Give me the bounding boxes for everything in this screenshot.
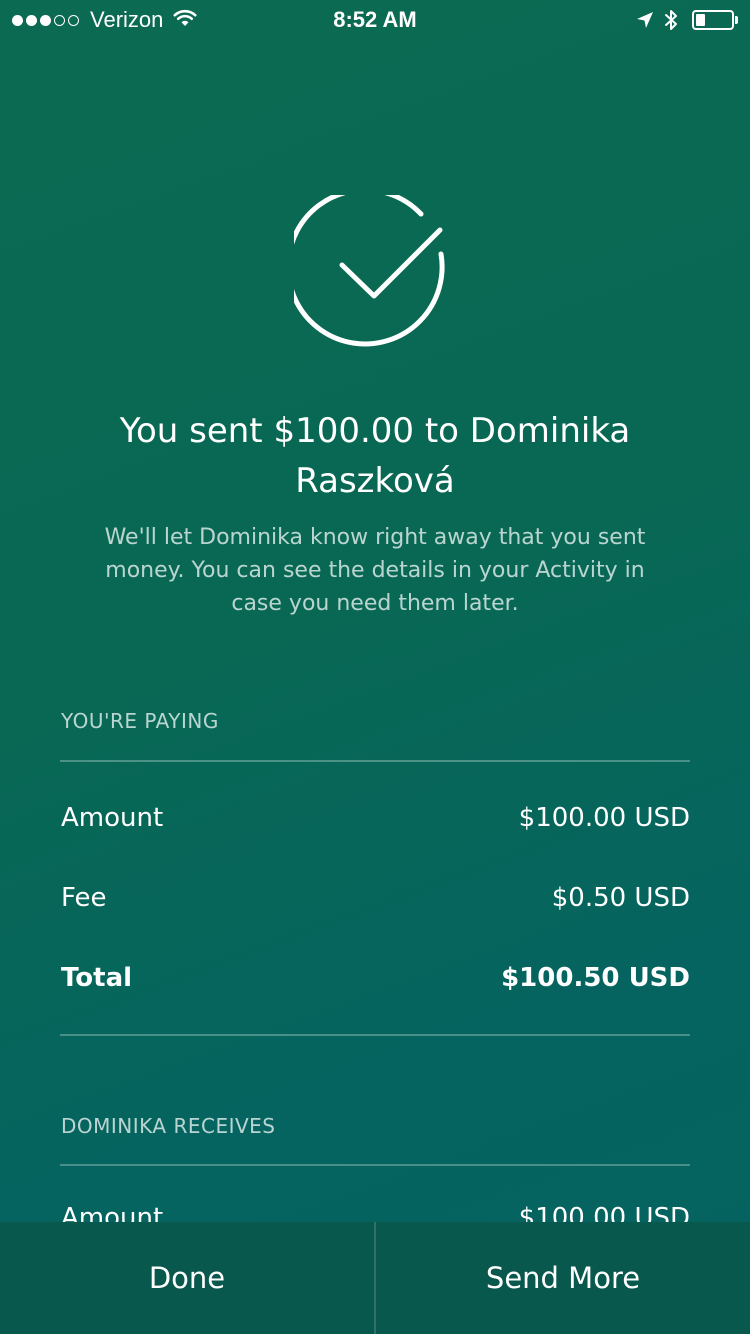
total-row: Total $100.50 USD xyxy=(61,963,690,993)
divider xyxy=(60,1034,690,1036)
amount-row: Amount $100.00 USD xyxy=(61,803,690,833)
bluetooth-icon xyxy=(664,9,678,31)
total-value: $100.50 USD xyxy=(501,963,690,993)
divider xyxy=(60,1164,690,1166)
divider xyxy=(60,760,690,762)
checkmark-circle-icon xyxy=(285,187,456,357)
total-label: Total xyxy=(61,963,133,993)
amount-label: Amount xyxy=(61,803,164,833)
location-arrow-icon xyxy=(636,11,654,29)
status-bar: Verizon 8:52 AM xyxy=(0,0,750,40)
bottom-action-bar: Done Send More xyxy=(0,1222,750,1334)
section-label-receives: DOMINIKA RECEIVES xyxy=(61,1114,276,1138)
done-button[interactable]: Done xyxy=(0,1222,374,1334)
battery-icon xyxy=(692,10,734,30)
amount-value: $100.00 USD xyxy=(518,803,690,833)
status-bar-right xyxy=(636,7,738,33)
send-more-button[interactable]: Send More xyxy=(376,1222,750,1334)
confirmation-headline: You sent $100.00 to Dominika Raszková xyxy=(119,411,631,501)
confirmation-message: We'll let Dominika know right away that … xyxy=(104,525,646,616)
fee-row: Fee $0.50 USD xyxy=(61,883,690,913)
battery-level-fill xyxy=(696,14,705,26)
fee-label: Fee xyxy=(61,883,107,913)
fee-value: $0.50 USD xyxy=(551,883,690,913)
battery-nub xyxy=(735,16,738,24)
section-label-paying: YOU'RE PAYING xyxy=(61,709,219,733)
